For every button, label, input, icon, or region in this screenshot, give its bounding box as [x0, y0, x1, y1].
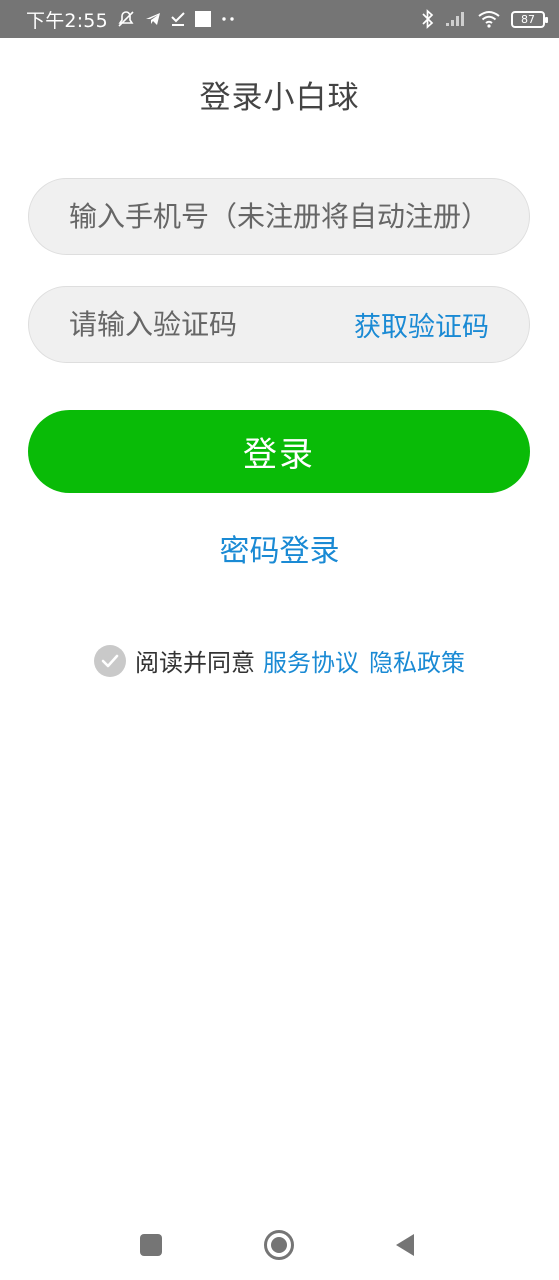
back-button[interactable] [388, 1228, 422, 1262]
more-dots-icon [220, 15, 236, 23]
mute-icon [116, 9, 136, 29]
recent-apps-icon [140, 1234, 162, 1256]
download-done-icon [170, 10, 186, 28]
status-bar: 下午2:55 87 [0, 0, 559, 38]
code-field[interactable]: 获取验证码 [28, 286, 530, 363]
status-left: 下午2:55 [26, 6, 236, 33]
phone-input[interactable] [69, 200, 489, 233]
wifi-icon [477, 10, 501, 28]
bluetooth-icon [421, 9, 435, 29]
page-title: 登录小白球 [199, 80, 360, 116]
agreement-row: 阅读并同意 服务协议 隐私政策 [0, 643, 559, 678]
recent-apps-button[interactable] [134, 1228, 168, 1262]
phone-field[interactable] [28, 178, 530, 255]
get-code-button[interactable]: 获取验证码 [354, 305, 489, 344]
password-login-link[interactable]: 密码登录 [0, 526, 559, 570]
back-icon [396, 1234, 414, 1256]
system-nav-bar [0, 1210, 559, 1280]
battery-level: 87 [521, 12, 535, 26]
status-time: 下午2:55 [26, 9, 108, 32]
home-icon [264, 1230, 294, 1260]
agreement-text: 阅读并同意 [135, 649, 255, 677]
signal-icon [445, 11, 467, 27]
battery-icon: 87 [511, 10, 548, 28]
status-right: 87 [421, 9, 548, 29]
code-input[interactable] [69, 308, 354, 341]
agreement-checkbox[interactable] [94, 644, 126, 677]
privacy-policy-link[interactable]: 隐私政策 [369, 643, 465, 678]
check-icon [101, 654, 119, 667]
service-agreement-link[interactable]: 服务协议 [263, 643, 359, 678]
telegram-icon [144, 10, 162, 28]
square-notification-icon [194, 10, 212, 28]
home-button[interactable] [262, 1228, 296, 1262]
login-button[interactable]: 登录 [28, 410, 530, 493]
